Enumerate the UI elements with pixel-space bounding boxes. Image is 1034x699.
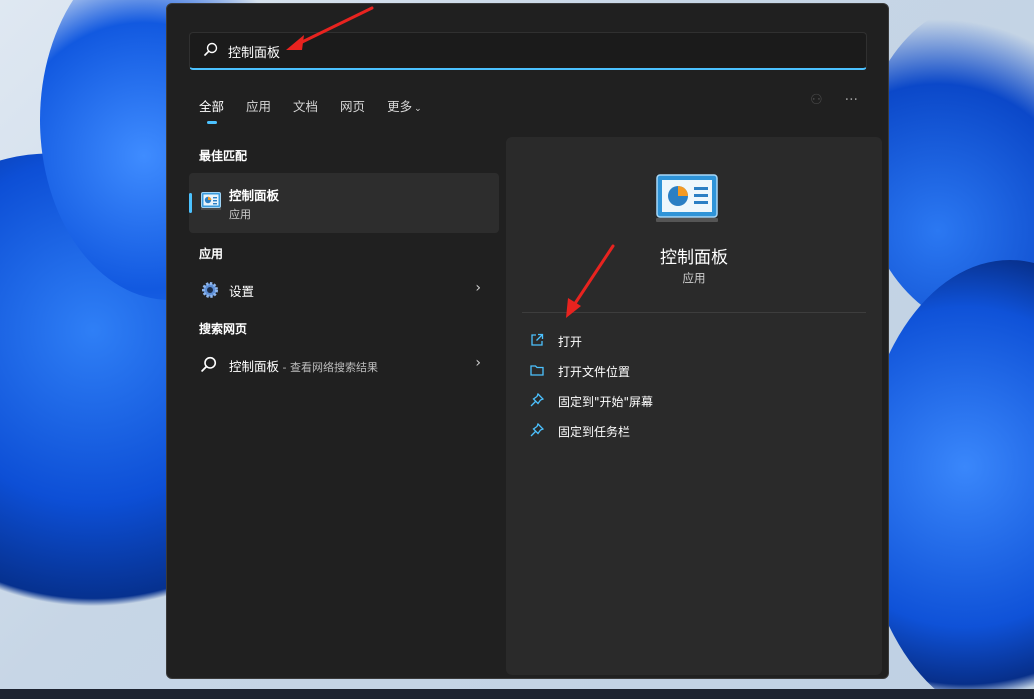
tab-more[interactable]: 更多 ⌄	[387, 96, 422, 115]
action-label: 固定到"开始"屏幕	[558, 395, 654, 409]
pin-icon	[530, 393, 544, 407]
detail-app-name: 控制面板	[660, 248, 728, 268]
chevron-down-icon: ⌄	[414, 104, 422, 114]
action-label: 打开	[558, 335, 583, 349]
tab-more-label: 更多	[387, 99, 413, 114]
start-search-panel: 控制面板 全部 应用 文档 网页 更多 ⌄ ⚇ ··· 最佳匹配 控制面板 应用 …	[166, 3, 889, 679]
web-query: 控制面板	[229, 359, 280, 374]
action-label: 打开文件位置	[558, 365, 631, 379]
best-match-subtitle: 应用	[229, 208, 251, 221]
web-heading: 搜索网页	[199, 322, 248, 336]
best-match-heading: 最佳匹配	[199, 149, 248, 163]
web-query-suffix: - 查看网络搜索结果	[279, 361, 378, 374]
web-result-text: 控制面板 - 查看网络搜索结果	[229, 356, 378, 375]
more-options-icon[interactable]: ···	[845, 92, 858, 108]
control-panel-icon	[201, 192, 221, 210]
action-label: 固定到任务栏	[558, 425, 631, 439]
divider	[522, 312, 866, 313]
web-search-result[interactable]: 控制面板 - 查看网络搜索结果 ›	[189, 347, 499, 381]
search-input[interactable]: 控制面板	[189, 32, 867, 70]
tab-documents[interactable]: 文档	[293, 96, 318, 115]
list-item-settings[interactable]: 设置 ›	[189, 272, 499, 306]
tab-all[interactable]: 全部	[199, 96, 224, 124]
taskbar	[0, 689, 1034, 699]
chevron-right-icon: ›	[475, 280, 481, 296]
apps-heading: 应用	[199, 247, 224, 261]
filter-tabs: 全部 应用 文档 网页 更多 ⌄	[199, 96, 444, 124]
best-match-title: 控制面板	[229, 188, 280, 203]
settings-gear-icon	[202, 282, 218, 298]
search-icon	[204, 42, 218, 56]
list-item-label: 设置	[229, 284, 255, 299]
chevron-right-icon: ›	[475, 355, 481, 371]
control-panel-icon	[656, 174, 718, 222]
header-actions: ⚇ ···	[810, 92, 858, 108]
search-icon	[201, 356, 217, 372]
best-match-result[interactable]: 控制面板 应用	[189, 173, 499, 233]
folder-icon	[530, 365, 544, 376]
search-query: 控制面板	[228, 46, 281, 61]
pin-icon	[530, 423, 544, 437]
selection-indicator	[189, 193, 192, 213]
account-icon[interactable]: ⚇	[810, 92, 823, 108]
open-external-icon	[531, 333, 544, 346]
tab-apps[interactable]: 应用	[246, 96, 271, 115]
detail-app-type: 应用	[682, 271, 706, 285]
result-detail-pane: 控制面板 应用 打开 打开文件位置 固定到"开始"屏幕 固定到任务栏	[506, 137, 882, 675]
tab-web[interactable]: 网页	[340, 96, 365, 115]
